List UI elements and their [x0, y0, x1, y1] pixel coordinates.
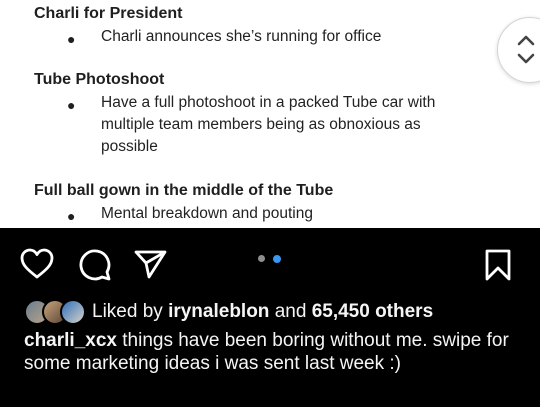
- bullet-dot: ●: [67, 31, 76, 47]
- scroll-nav-button[interactable]: [497, 17, 540, 83]
- post-caption: charli_xcx things have been boring witho…: [24, 329, 524, 375]
- bullet-text: Have a full photoshoot in a packed Tube …: [101, 94, 436, 155]
- avatar: [60, 299, 86, 325]
- action-bar: [0, 228, 540, 298]
- likes-prefix: Liked by: [92, 301, 163, 322]
- caption-username[interactable]: charli_xcx: [24, 330, 117, 351]
- chevron-down-icon[interactable]: [516, 52, 536, 66]
- likes-summary[interactable]: Liked by irynaleblon and 65,450 others: [24, 299, 433, 325]
- likes-text: Liked by irynaleblon and 65,450 others: [92, 301, 433, 323]
- comment-icon[interactable]: [78, 248, 112, 282]
- section-title: Full ball gown in the middle of the Tube: [34, 182, 334, 199]
- share-icon[interactable]: [134, 248, 168, 280]
- bullet-dot: ●: [67, 208, 76, 224]
- bullet-dot: ●: [67, 97, 76, 113]
- carousel-dot-active: [273, 254, 281, 263]
- likes-connector: and: [274, 301, 307, 322]
- likes-count[interactable]: 65,450 others: [312, 301, 433, 322]
- chevron-up-icon[interactable]: [516, 33, 536, 47]
- bullet-text: Charli announces she’s running for offic…: [101, 28, 382, 45]
- heart-icon[interactable]: [20, 248, 54, 280]
- bullet-text: Mental breakdown and pouting: [101, 205, 313, 222]
- carousel-dot-inactive: [258, 255, 265, 262]
- bookmark-icon[interactable]: [484, 248, 512, 282]
- section-title: Charli for President: [34, 5, 183, 22]
- liker-username[interactable]: irynaleblon: [168, 301, 269, 322]
- post-image[interactable]: Charli for President ● Charli announces …: [0, 0, 540, 228]
- section-title: Tube Photoshoot: [34, 71, 165, 88]
